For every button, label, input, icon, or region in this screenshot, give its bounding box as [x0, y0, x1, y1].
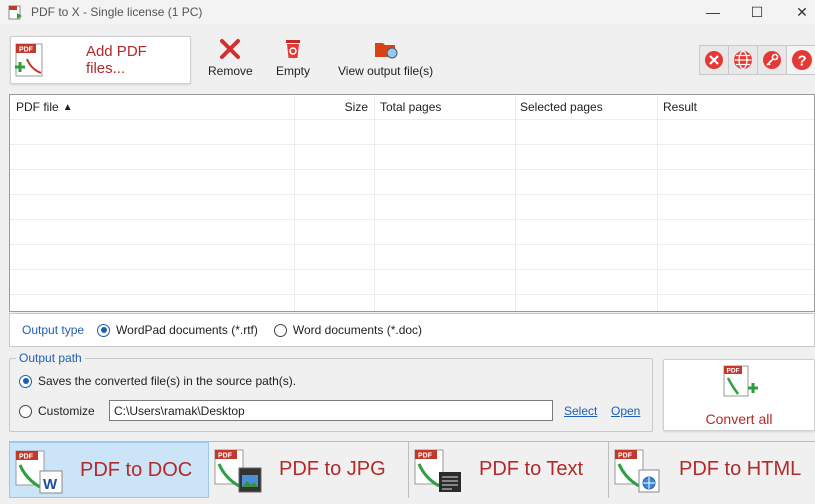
empty-label: Empty [276, 64, 311, 78]
convert-pdf-icon: PDF [723, 365, 758, 397]
select-path-link[interactable]: Select [564, 404, 597, 418]
row-divider [10, 194, 814, 195]
output-path-input[interactable] [109, 400, 553, 421]
column-divider [657, 95, 658, 311]
remove-button[interactable]: Remove [208, 38, 253, 78]
radio-wordpad-rtf[interactable]: WordPad documents (*.rtf) [97, 323, 258, 337]
column-divider [294, 95, 295, 311]
add-pdf-files-label: Add PDF files... [85, 43, 147, 77]
globe-icon[interactable] [729, 46, 758, 74]
maximize-button[interactable]: ☐ [734, 0, 780, 24]
column-divider [374, 95, 375, 311]
key-icon[interactable] [758, 46, 787, 74]
column-header-pdf-file[interactable]: PDF file ▲ [16, 95, 73, 119]
add-pdf-files-button[interactable]: PDF Add PDF files... [10, 36, 191, 84]
column-header-result[interactable]: Result [663, 95, 697, 119]
app-icon [8, 5, 22, 20]
radio-source-path[interactable]: Saves the converted file(s) in the sourc… [19, 374, 296, 388]
svg-text:PDF: PDF [19, 454, 34, 461]
file-list-table[interactable]: PDF file ▲ Size Total pages Selected pag… [9, 94, 815, 312]
svg-text:PDF: PDF [218, 453, 233, 460]
column-header-total-pages[interactable]: Total pages [380, 95, 441, 119]
remove-label: Remove [208, 64, 253, 78]
right-tool-group: ? [699, 45, 815, 75]
svg-text:?: ? [797, 53, 806, 70]
sort-ascending-icon: ▲ [62, 101, 73, 113]
pdf-add-icon: PDF [14, 43, 43, 77]
recycle-bin-icon [286, 40, 300, 58]
minimize-button[interactable]: — [690, 0, 736, 24]
pdf-to-html-icon: PDF [614, 449, 660, 493]
tab-pdf-to-text[interactable]: PDF PDF to Text [409, 442, 609, 498]
radio-selected-icon [97, 323, 111, 337]
svg-text:PDF: PDF [618, 453, 633, 460]
row-divider [10, 119, 814, 120]
row-divider [10, 294, 814, 295]
tab-pdf-to-doc[interactable]: PDF W PDF to DOC [9, 442, 209, 498]
column-header-selected-pages[interactable]: Selected pages [520, 95, 603, 119]
output-type-label: Output type [22, 323, 85, 337]
radio-unselected-icon [273, 323, 287, 337]
row-divider [10, 219, 814, 220]
window-title: PDF to X - Single license (1 PC) [31, 5, 203, 19]
view-output-files-button[interactable]: View output file(s) [338, 38, 433, 78]
conversion-tabs: PDF W PDF to DOC PDF PDF to JPG PDF PDF … [9, 441, 815, 498]
close-circle-icon[interactable] [700, 46, 729, 74]
view-output-files-label: View output file(s) [338, 64, 434, 78]
column-divider [515, 95, 516, 311]
output-type-bar: Output type WordPad documents (*.rtf) Wo… [9, 313, 815, 347]
tab-pdf-to-html[interactable]: PDF PDF to HTML [609, 442, 809, 498]
pdf-to-doc-icon: PDF W [15, 450, 63, 494]
tab-pdf-to-jpg[interactable]: PDF PDF to JPG [209, 442, 409, 498]
row-divider [10, 244, 814, 245]
tab-pdf-to-jpg-label: PDF to JPG [279, 458, 386, 480]
row-divider [10, 169, 814, 170]
tab-pdf-to-doc-label: PDF to DOC [80, 459, 193, 481]
svg-text:PDF: PDF [418, 453, 433, 460]
output-path-legend: Output path [16, 351, 85, 365]
remove-x-icon [220, 39, 241, 59]
toolbar: PDF Add PDF files... Remove Empty View o… [0, 30, 815, 88]
svg-text:PDF: PDF [19, 47, 34, 54]
pdf-to-jpg-icon: PDF [214, 449, 262, 493]
svg-text:W: W [43, 476, 58, 493]
radio-selected-icon [19, 374, 32, 388]
open-path-link[interactable]: Open [611, 404, 640, 418]
tab-pdf-to-text-label: PDF to Text [479, 458, 584, 480]
output-path-group: Output path Saves the converted file(s) … [9, 351, 653, 432]
row-divider [10, 269, 814, 270]
pdf-to-text-icon: PDF [414, 449, 461, 492]
close-button[interactable]: ✕ [779, 0, 815, 24]
radio-unselected-icon [19, 404, 32, 418]
svg-text:PDF: PDF [727, 368, 740, 375]
view-folder-icon [374, 43, 398, 59]
help-icon[interactable]: ? [787, 46, 815, 74]
tab-pdf-to-html-label: PDF to HTML [679, 458, 802, 480]
radio-word-doc[interactable]: Word documents (*.doc) [273, 323, 422, 337]
radio-customize[interactable]: Customize [19, 404, 95, 418]
row-divider [10, 144, 814, 145]
column-header-size[interactable]: Size [304, 95, 368, 119]
empty-button[interactable]: Empty [276, 38, 310, 78]
convert-all-label: Convert all [705, 411, 773, 427]
convert-all-button[interactable]: PDF Convert all [663, 359, 815, 431]
